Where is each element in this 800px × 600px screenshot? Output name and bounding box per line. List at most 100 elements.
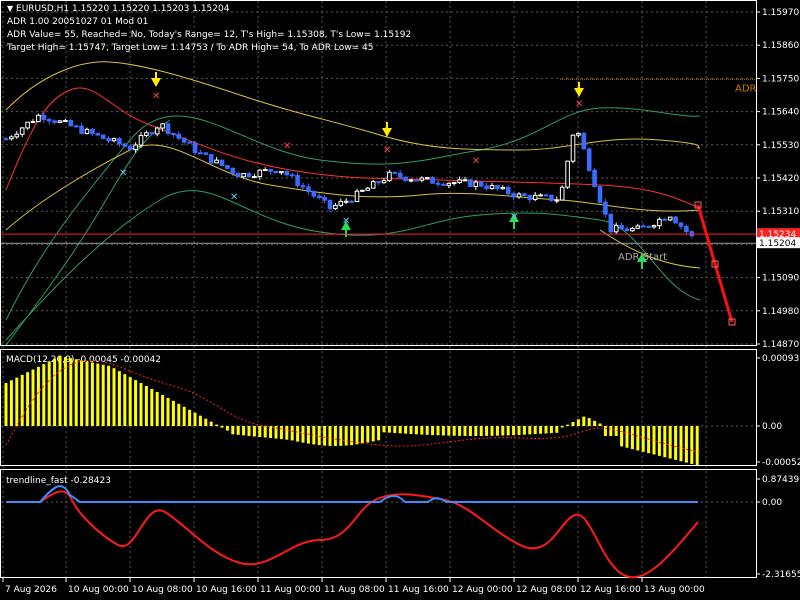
macd-histogram-bar bbox=[549, 426, 553, 434]
macd-histogram-bar bbox=[571, 422, 575, 426]
candle-body bbox=[403, 176, 408, 181]
macd-histogram-bar bbox=[690, 426, 694, 464]
candle-body bbox=[322, 197, 327, 201]
candle-body bbox=[63, 120, 68, 123]
macd-histogram-bar bbox=[328, 426, 332, 446]
candle-body bbox=[106, 137, 111, 142]
collapse-triangle-icon[interactable]: ▼ bbox=[7, 4, 13, 13]
candle-body bbox=[543, 194, 549, 197]
macd-histogram-bar bbox=[522, 426, 526, 435]
macd-histogram-bar bbox=[161, 394, 165, 426]
macd-histogram-bar bbox=[290, 426, 294, 441]
macd-histogram-bar bbox=[296, 426, 300, 442]
candle-body bbox=[397, 172, 403, 178]
bid-price-label: 1.15204 bbox=[759, 239, 796, 249]
macd-histogram-bar bbox=[436, 426, 440, 436]
price-tick-label: 1.15750 bbox=[762, 74, 799, 84]
candle-body bbox=[160, 123, 165, 129]
candle-body bbox=[354, 190, 360, 203]
candle-body bbox=[673, 216, 678, 224]
blue-x-marker-icon: ✕ bbox=[510, 212, 518, 223]
candle-body bbox=[667, 216, 673, 221]
adr-start-label: ADR Start bbox=[618, 252, 667, 263]
macd-histogram-bar bbox=[215, 424, 219, 426]
adr-info-2: ADR Value= 55, Reached= No, Today's Rang… bbox=[7, 30, 412, 40]
macd-histogram-bar bbox=[636, 426, 640, 451]
macd-histogram-bar bbox=[425, 426, 429, 435]
candle-body bbox=[484, 185, 489, 190]
candle-body bbox=[559, 186, 565, 201]
candle-body bbox=[84, 128, 90, 134]
macd-histogram-bar bbox=[517, 426, 521, 435]
macd-histogram-bar bbox=[171, 400, 175, 426]
macd-tick-label: 0.00 bbox=[762, 422, 782, 432]
candle-body bbox=[19, 127, 25, 135]
time-tick-label: 11 Aug 08:00 bbox=[324, 585, 385, 595]
macd-histogram-bar bbox=[188, 409, 192, 426]
time-tick-label: 10 Aug 00:00 bbox=[68, 585, 129, 595]
candle-body bbox=[289, 174, 295, 177]
macd-histogram-bar bbox=[339, 426, 343, 446]
red-x-marker-icon: ✕ bbox=[575, 99, 583, 110]
macd-histogram-bar bbox=[236, 426, 240, 435]
symbol-header[interactable]: ▼ EURUSD,H1 1.15220 1.15220 1.15203 1.15… bbox=[7, 4, 229, 14]
candle-body bbox=[117, 138, 122, 145]
candle-body bbox=[36, 114, 41, 123]
macd-histogram-bar bbox=[58, 356, 62, 426]
candle-body bbox=[516, 193, 522, 198]
candle-body bbox=[306, 186, 311, 193]
candle-body bbox=[41, 114, 47, 120]
candle-body bbox=[640, 225, 646, 228]
macd-histogram-bar bbox=[177, 403, 181, 426]
macd-histogram-bar bbox=[458, 426, 462, 436]
chart-canvas[interactable]: ✕ ✕ ✕ ✕ ✕ ✕ ✕ ✕ ✕ ADR ADR Start MACD(12,26,9) -0.… bbox=[0, 0, 800, 600]
candle-body bbox=[435, 182, 441, 185]
candle-body bbox=[343, 200, 349, 203]
macd-histogram-bar bbox=[366, 426, 370, 443]
trendline-fast-line bbox=[6, 490, 699, 579]
price-axes: 1.15970 1.15860 1.15750 1.15640 1.15530 1.154… bbox=[756, 8, 800, 580]
macd-histogram-bar bbox=[9, 380, 13, 426]
candle-body bbox=[30, 121, 36, 124]
macd-histogram-bar bbox=[74, 359, 78, 426]
macd-tick-label: -0.00052 bbox=[762, 458, 800, 468]
macd-histogram-bar bbox=[441, 426, 445, 436]
macd-histogram-bar bbox=[404, 426, 408, 434]
candle-body bbox=[522, 193, 527, 197]
candle-body bbox=[127, 145, 133, 151]
candle-body bbox=[581, 132, 587, 150]
candle-body bbox=[311, 191, 317, 197]
candle-body bbox=[14, 133, 20, 138]
macd-histogram-bar bbox=[620, 426, 624, 447]
macd-histogram-bar bbox=[668, 426, 672, 459]
macd-histogram-bar bbox=[420, 426, 424, 435]
candle-body bbox=[592, 169, 597, 188]
red-x-marker-icon: ✕ bbox=[472, 156, 480, 167]
macd-histogram-bar bbox=[609, 426, 613, 436]
candle-body bbox=[176, 133, 182, 139]
macd-histogram-bar bbox=[539, 426, 543, 434]
macd-indicator[interactable]: MACD(12,26,9) -0.00045 -0.00042 bbox=[4, 355, 701, 466]
macd-title: MACD(12,26,9) -0.00045 -0.00042 bbox=[6, 355, 161, 365]
candle-body bbox=[257, 169, 263, 178]
macd-histogram-bar bbox=[306, 426, 310, 444]
candle-body bbox=[262, 169, 268, 172]
trend-tick-label: 0.87439 bbox=[762, 475, 799, 485]
macd-histogram-bar bbox=[506, 426, 510, 436]
macd-histogram-bar bbox=[69, 358, 73, 426]
macd-histogram-bar bbox=[101, 364, 105, 426]
macd-histogram-bar bbox=[625, 426, 629, 448]
macd-histogram-bar bbox=[128, 377, 132, 426]
candle-body bbox=[419, 177, 425, 181]
macd-histogram-bar bbox=[107, 365, 111, 426]
macd-histogram-bar bbox=[603, 426, 607, 436]
blue-x-marker-icon: ✕ bbox=[342, 216, 350, 227]
macd-histogram-bar bbox=[96, 363, 100, 426]
trend-tick-label: 0.00 bbox=[762, 498, 782, 508]
trendline-indicator[interactable]: trendline_fast -0.28423 bbox=[6, 476, 699, 579]
candle-body bbox=[25, 121, 30, 129]
candle-body bbox=[198, 152, 203, 155]
macd-histogram-bar bbox=[36, 366, 40, 426]
candle-body bbox=[9, 136, 14, 140]
candle-body bbox=[171, 132, 176, 135]
